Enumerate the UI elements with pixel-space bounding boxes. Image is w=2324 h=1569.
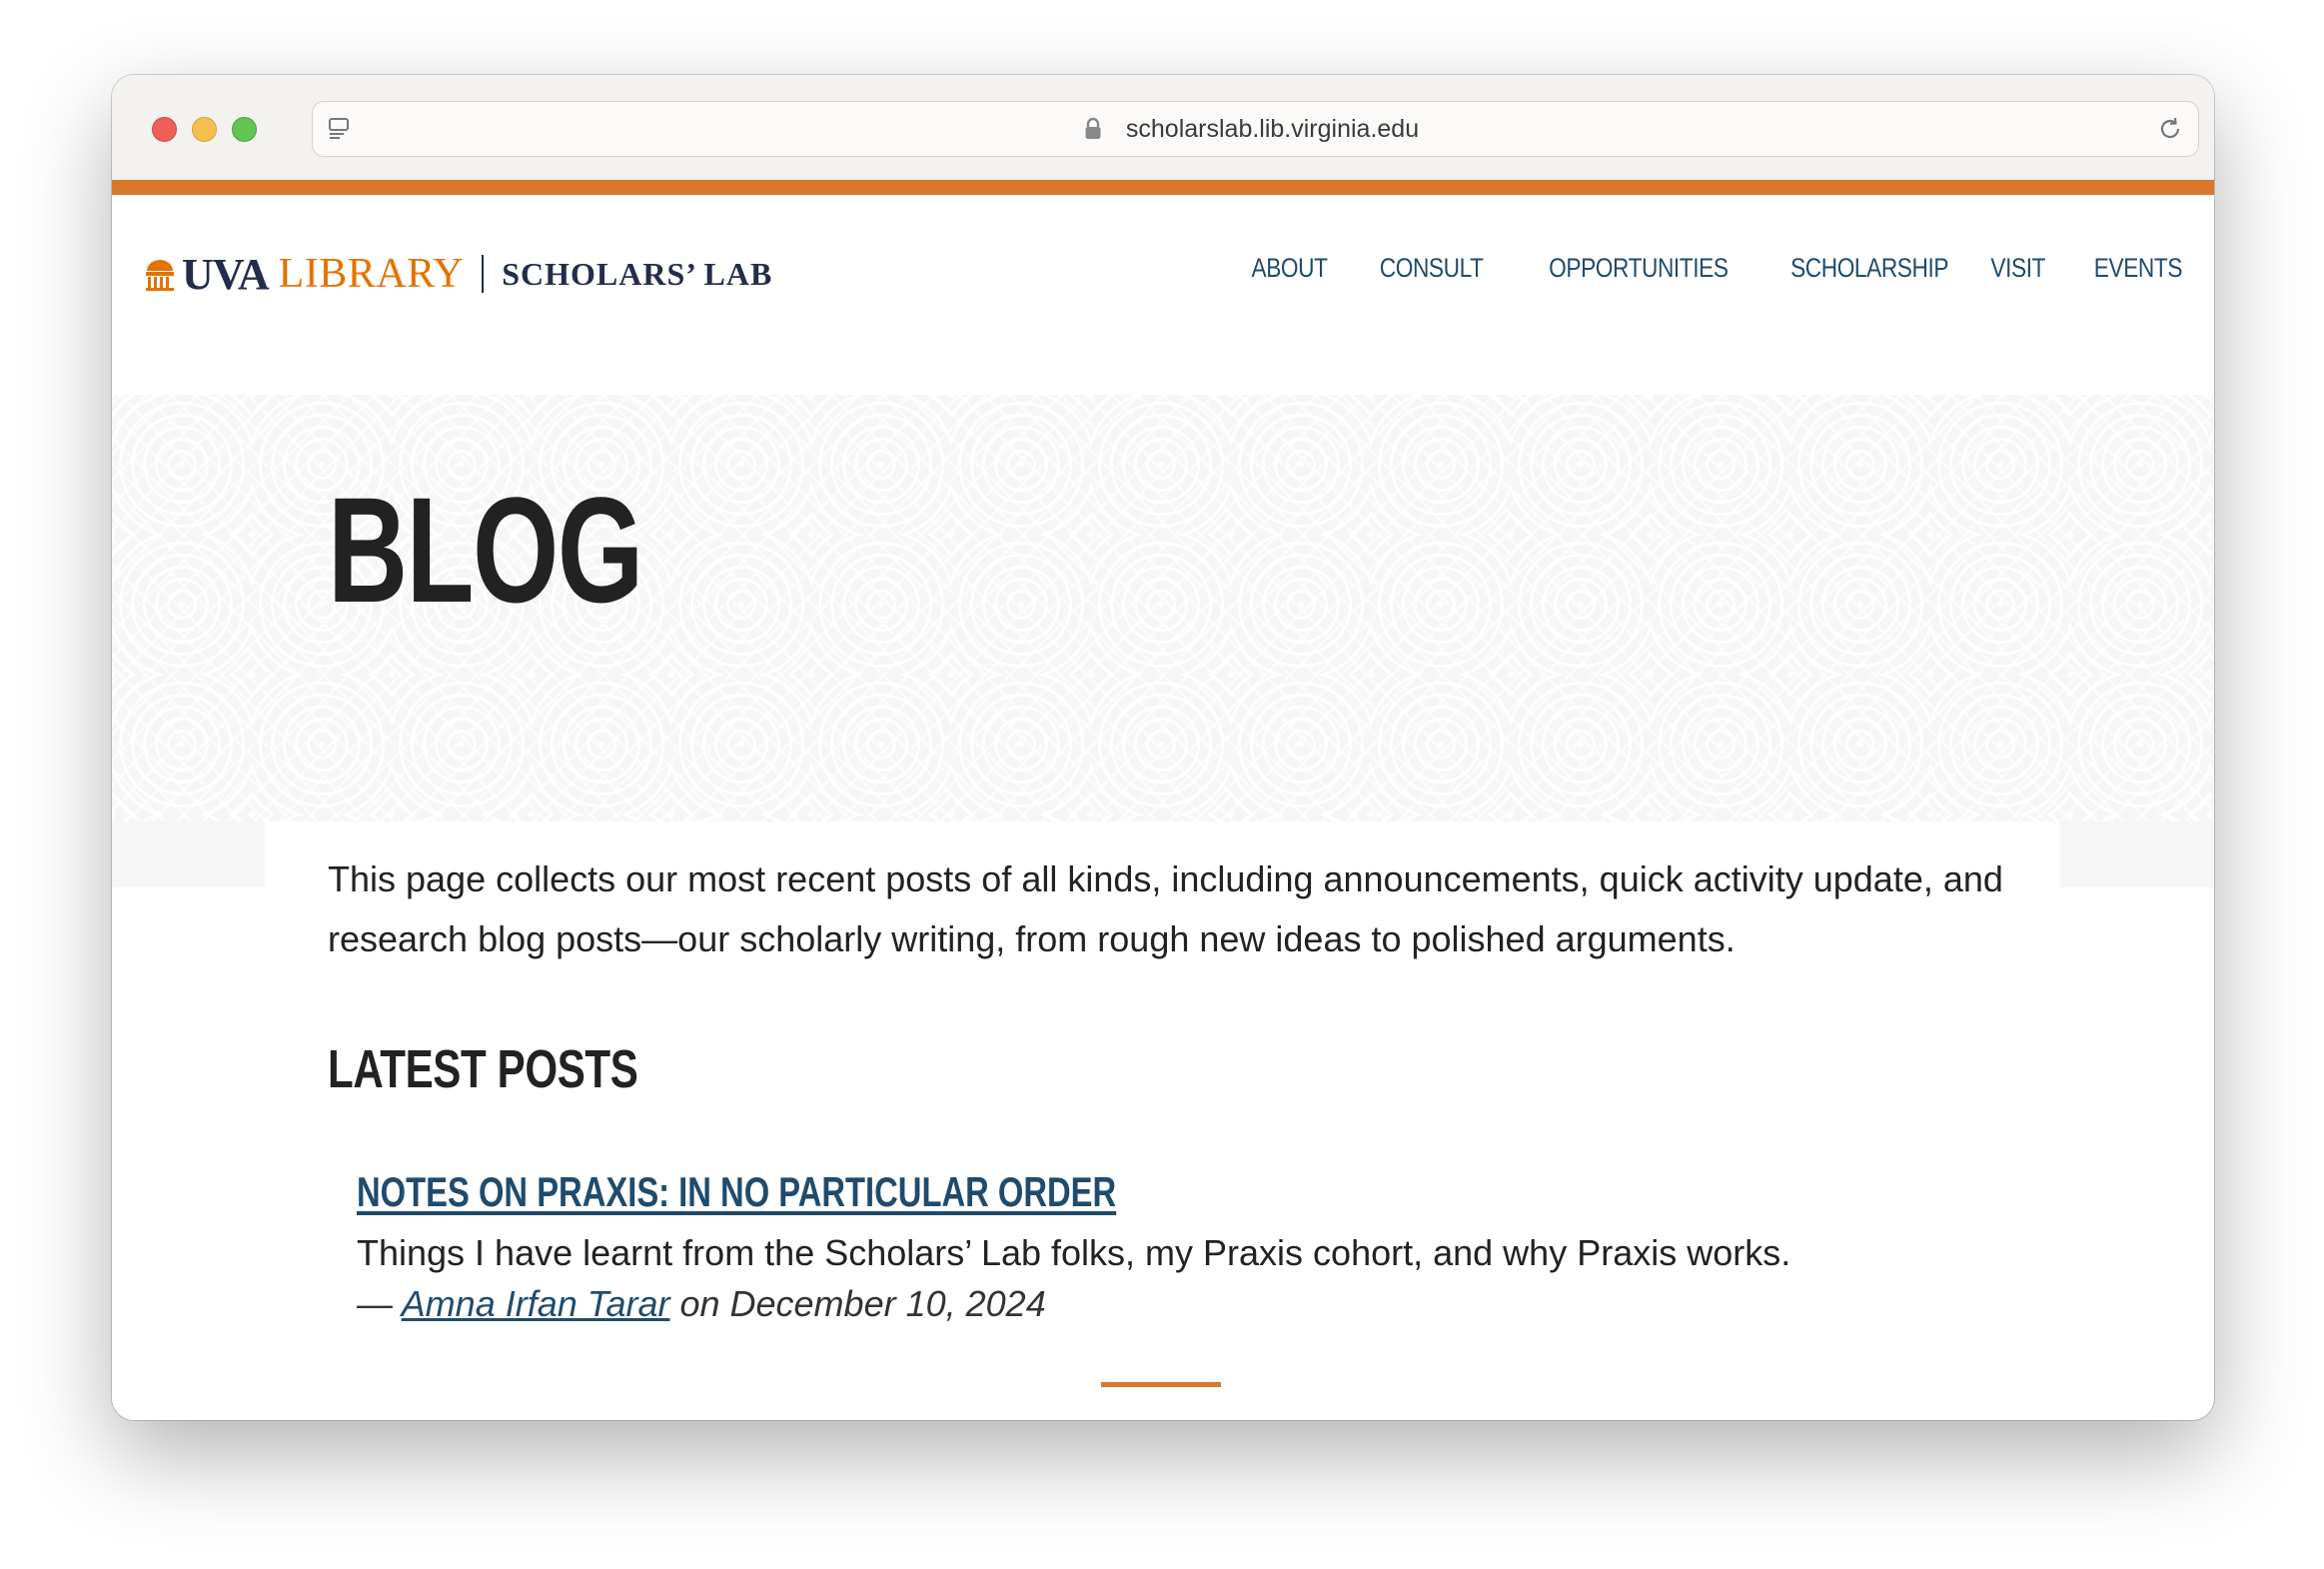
main-nav: ABOUT CONSULT OPPORTUNITIES SCHOLARSHIP … — [1237, 253, 2183, 284]
latest-posts-heading: LATEST POSTS — [328, 1039, 638, 1099]
nav-opportunities[interactable]: OPPORTUNITIES — [1550, 253, 1730, 284]
logo-uva: UVA — [182, 249, 270, 299]
nav-events[interactable]: EVENTS — [2094, 253, 2183, 284]
address-bar[interactable]: scholarslab.lib.virginia.edu — [312, 101, 2199, 157]
page-title: BLOG — [328, 466, 643, 634]
browser-titlebar: scholarslab.lib.virginia.edu — [112, 75, 2214, 181]
post-title-link[interactable]: NOTES ON PRAXIS: IN NO PARTICULAR ORDER — [357, 1164, 1116, 1220]
url-text: scholarslab.lib.virginia.edu — [1125, 115, 1420, 143]
reload-icon[interactable] — [2156, 115, 2184, 148]
logo-divider — [482, 255, 485, 293]
rotunda-icon — [146, 260, 174, 291]
logo-library: LIBRARY — [278, 251, 465, 297]
zoom-window-button[interactable] — [232, 117, 257, 142]
nav-about[interactable]: ABOUT — [1252, 253, 1328, 284]
nav-visit[interactable]: VISIT — [1990, 253, 2045, 284]
intro-text: This page collects our most recent posts… — [328, 858, 2003, 959]
post-item: NOTES ON PRAXIS: IN NO PARTICULAR ORDER … — [357, 1164, 2055, 1330]
post-separator — [1101, 1382, 1221, 1387]
site-logo[interactable]: UVA LIBRARY SCHOLARS’ LAB — [144, 249, 772, 299]
post-date: on December 10, 2024 — [669, 1283, 1046, 1324]
post-meta-dash: — — [357, 1283, 402, 1324]
post-author-link[interactable]: Amna Irfan Tarar — [402, 1283, 670, 1324]
post-meta: — Amna Irfan Tarar on December 10, 2024 — [357, 1278, 2055, 1330]
accent-bar — [112, 180, 2214, 195]
nav-consult[interactable]: CONSULT — [1380, 253, 1484, 284]
site-header: UVA LIBRARY SCHOLARS’ LAB ABOUT CONSULT … — [112, 195, 2214, 395]
browser-window: scholarslab.lib.virginia.edu UVA LIBRARY… — [112, 75, 2214, 1420]
logo-scholars-lab: SCHOLARS’ LAB — [502, 255, 773, 292]
post-summary: Things I have learnt from the Scholars’ … — [357, 1232, 1791, 1273]
nav-scholarship[interactable]: SCHOLARSHIP — [1790, 253, 1948, 284]
close-window-button[interactable] — [152, 117, 177, 142]
minimize-window-button[interactable] — [192, 117, 217, 142]
